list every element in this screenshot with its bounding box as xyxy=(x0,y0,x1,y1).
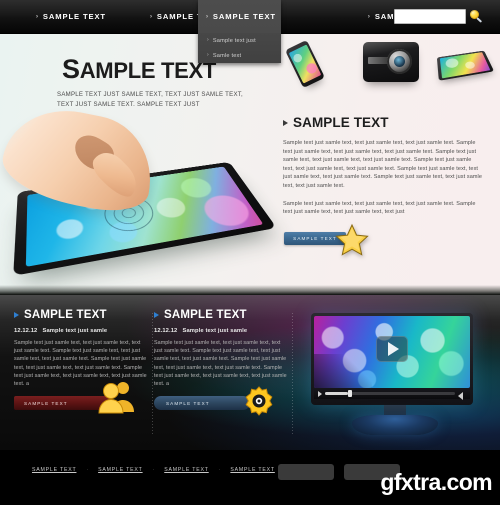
nav-item-3[interactable]: › SAMPLE TEXT xyxy=(198,0,281,33)
users-icon xyxy=(98,380,138,414)
footer-links: SAMPLE TEXT · SAMPLE TEXT · SAMPLE TEXT … xyxy=(32,467,275,473)
page-title: SAMPLE TEXT xyxy=(62,54,216,85)
footer-separator: · xyxy=(86,467,89,473)
hero-section: SAMPLE TEXT SAMPLE TEXT JUST SAMLE TEXT,… xyxy=(0,33,500,295)
feature-2-cta-row: SAMPLE TEXT xyxy=(154,386,287,416)
feature-1-button[interactable]: SAMPLE TEXT xyxy=(14,396,110,411)
dropdown-item-1-label: Sample text just xyxy=(212,37,256,44)
page-root: › SAMPLE TEXT › SAMPLE TEXT › SAMPLE TEX… xyxy=(0,0,500,505)
feature-2-date-suffix: Sample text just samle xyxy=(182,328,248,334)
search-icon-handle xyxy=(476,17,483,23)
video-controls xyxy=(314,388,470,400)
dropdown-item-1[interactable]: › Sample text just xyxy=(198,33,281,48)
search-icon[interactable] xyxy=(470,10,483,23)
chevron-right-icon: › xyxy=(206,13,209,20)
screen-shadow xyxy=(314,354,372,388)
hero-left: SAMPLE TEXT SAMPLE TEXT JUST SAMLE TEXT,… xyxy=(0,33,277,295)
feature-column-2: SAMPLE TEXT 12.12.12 Sample text just sa… xyxy=(154,309,293,436)
feature-1-heading-label: SAMPLE TEXT xyxy=(24,309,107,321)
hero-right-paragraph-1: Sample text just samle text, text just s… xyxy=(283,140,483,189)
feature-2-heading-label: SAMPLE TEXT xyxy=(164,309,247,321)
feature-2-heading: SAMPLE TEXT xyxy=(154,309,287,321)
monitor-stand-base xyxy=(352,415,438,435)
hero-right-heading: SAMPLE TEXT xyxy=(283,115,483,130)
chevron-right-icon: › xyxy=(149,13,153,20)
tablet-image xyxy=(436,50,495,81)
footer-separator: · xyxy=(218,467,221,473)
gear-icon xyxy=(244,386,274,416)
device-showcase xyxy=(283,35,498,93)
footer-link-2[interactable]: SAMPLE TEXT xyxy=(98,467,142,473)
tablet-small-screen xyxy=(439,52,491,79)
play-icon xyxy=(388,342,399,357)
hero-cta-row: SAMPLE TEXT xyxy=(283,223,483,257)
progress-fill xyxy=(325,392,349,395)
hero-right-column: SAMPLE TEXT Sample text just samle text,… xyxy=(283,115,483,257)
footer-box-1[interactable] xyxy=(278,464,334,480)
feature-2-date: 12.12.12 xyxy=(154,328,178,334)
search-area xyxy=(394,9,483,24)
feature-column-1: SAMPLE TEXT 12.12.12 Sample text just sa… xyxy=(14,309,153,436)
feature-1-date-line: 12.12.12 Sample text just samle xyxy=(14,328,147,334)
dropdown-item-2[interactable]: › Samle text xyxy=(198,48,281,63)
footer: SAMPLE TEXT · SAMPLE TEXT · SAMPLE TEXT … xyxy=(0,450,500,505)
triangle-right-icon xyxy=(14,312,19,318)
digital-camera-image xyxy=(363,42,419,82)
feature-1-cta-row: SAMPLE TEXT xyxy=(14,382,147,416)
chevron-right-icon: › xyxy=(36,13,39,20)
page-title-initial: S xyxy=(62,54,80,84)
search-input[interactable] xyxy=(394,9,466,24)
footer-separator: · xyxy=(152,467,155,473)
play-icon[interactable] xyxy=(318,390,322,397)
progress-bar[interactable] xyxy=(325,390,455,397)
triangle-right-icon xyxy=(154,312,159,318)
triangle-right-icon xyxy=(283,119,288,126)
play-button[interactable] xyxy=(376,336,408,363)
nav-dropdown-menu[interactable]: › SAMPLE TEXT › Sample text just › Samle… xyxy=(198,0,281,63)
footer-link-4[interactable]: SAMPLE TEXT xyxy=(230,467,274,473)
chevron-right-icon: › xyxy=(367,13,371,20)
video-player-monitor xyxy=(305,303,485,443)
hero-right-paragraph-2: Sample text just samle text, text just s… xyxy=(283,200,476,216)
hero-subtitle: SAMPLE TEXT JUST SAMLE TEXT, TEXT JUST S… xyxy=(57,91,244,108)
chevron-right-icon: › xyxy=(207,52,209,58)
feature-2-button[interactable]: SAMPLE TEXT xyxy=(154,396,250,411)
smartphone-screen xyxy=(288,44,322,84)
volume-icon[interactable] xyxy=(458,390,466,400)
watermark: gfxtra.com xyxy=(380,469,492,495)
footer-link-1[interactable]: SAMPLE TEXT xyxy=(32,467,76,473)
progress-knob[interactable] xyxy=(348,390,353,397)
smartphone-image xyxy=(285,39,325,89)
nav-item-3-label: SAMPLE TEXT xyxy=(212,12,276,21)
feature-2-body: Sample text just samle text, text just s… xyxy=(154,340,287,388)
feature-1-date-suffix: Sample text just samle xyxy=(42,328,108,334)
page-title-rest: AMPLE TEXT xyxy=(79,58,217,83)
feature-1-heading: SAMPLE TEXT xyxy=(14,309,147,321)
nav-item-1[interactable]: › SAMPLE TEXT xyxy=(26,0,116,33)
dropdown-item-2-label: Samle text xyxy=(212,52,242,59)
nav-item-1-label: SAMPLE TEXT xyxy=(42,12,106,21)
monitor-screen xyxy=(314,316,470,388)
hero-right-heading-label: SAMPLE TEXT xyxy=(293,115,389,130)
monitor-bezel xyxy=(311,313,473,405)
features-section: SAMPLE TEXT 12.12.12 Sample text just sa… xyxy=(0,295,500,450)
footer-link-3[interactable]: SAMPLE TEXT xyxy=(164,467,208,473)
feature-2-date-line: 12.12.12 Sample text just samle xyxy=(154,328,287,334)
hand-touching-tablet-illustration xyxy=(0,99,277,288)
feature-1-date: 12.12.12 xyxy=(14,328,38,334)
camera-lens xyxy=(387,49,412,74)
star-badge-icon xyxy=(335,223,369,257)
chevron-right-icon: › xyxy=(207,37,209,43)
